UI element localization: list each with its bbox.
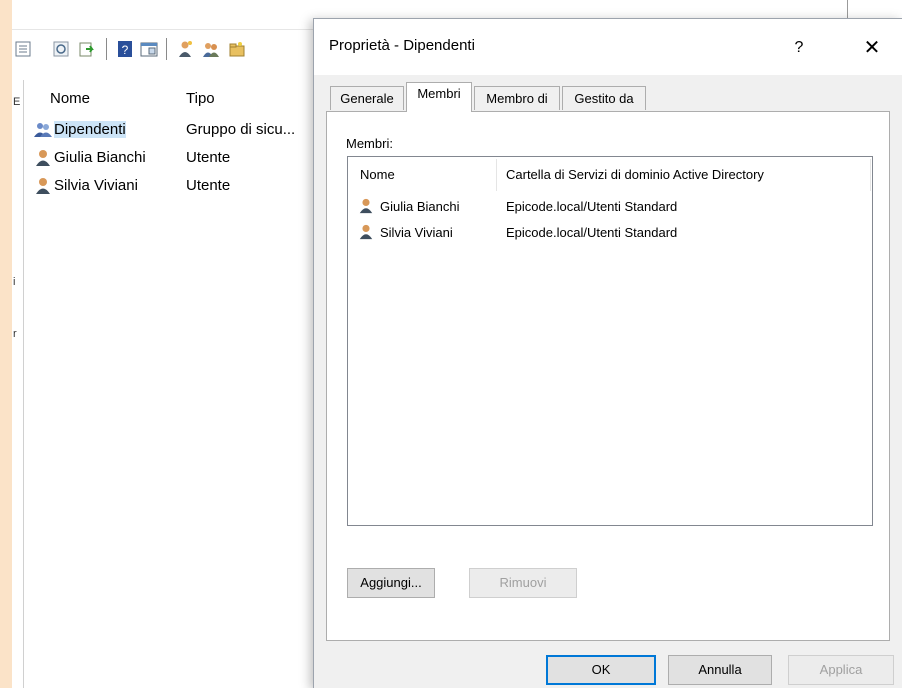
refresh-icon[interactable] (52, 40, 70, 58)
member-name: Silvia Viviani (380, 225, 453, 240)
new-user-icon[interactable] (176, 40, 194, 58)
list-item-type: Gruppo di sicu... (186, 121, 296, 138)
table-row[interactable]: Giulia Bianchi Epicode.local/Utenti Stan… (348, 195, 872, 219)
toolbar-separator (106, 38, 107, 60)
toolbar-separator (166, 38, 167, 60)
list-item-type: Utente (186, 149, 231, 166)
list-item-name: Dipendenti (54, 121, 126, 138)
member-folder: Epicode.local/Utenti Standard (506, 199, 678, 214)
column-header-tipo[interactable]: Tipo (186, 90, 215, 107)
column-header-nome[interactable]: Nome (50, 90, 90, 107)
list-item-type: Utente (186, 177, 231, 194)
help-icon[interactable]: ? (116, 40, 134, 58)
column-header-nome[interactable]: Nome (360, 167, 395, 182)
help-button[interactable]: ? (784, 33, 814, 63)
dialog-title: Proprietà - Dipendenti (329, 37, 475, 54)
user-icon (359, 198, 373, 214)
membri-tab-panel: Membri: Nome Cartella di Servizi di domi… (326, 111, 890, 641)
user-icon (359, 224, 373, 240)
close-button[interactable]: ✕ (857, 33, 887, 63)
cancel-button[interactable]: Annulla (668, 655, 772, 685)
tree-fragment: E (13, 96, 21, 108)
apply-button[interactable]: Applica (788, 655, 894, 685)
ok-button[interactable]: OK (546, 655, 656, 685)
remove-button[interactable]: Rimuovi (469, 568, 577, 598)
list-item[interactable]: Silvia Viviani Utente (24, 176, 324, 200)
svg-text:?: ? (122, 43, 129, 57)
console-tree-pane: E i r (12, 80, 24, 688)
list-item[interactable]: Dipendenti Gruppo di sicu... (24, 120, 324, 144)
tab-strip: Generale Membri Membro di Gestito da (326, 82, 886, 112)
console-view-icon[interactable] (140, 40, 158, 58)
members-list[interactable]: Nome Cartella di Servizi di dominio Acti… (347, 156, 873, 526)
new-group-icon[interactable] (202, 40, 220, 58)
list-item-name: Silvia Viviani (54, 177, 138, 194)
member-name: Giulia Bianchi (380, 199, 460, 214)
user-icon (36, 178, 50, 194)
tab-membro-di[interactable]: Membro di (474, 86, 560, 110)
members-label: Membri: (346, 136, 393, 151)
list-item-name: Giulia Bianchi (54, 149, 146, 166)
new-ou-icon[interactable] (228, 40, 246, 58)
object-list: Nome Tipo Dipendenti Gruppo di sicu... G… (24, 80, 324, 688)
tree-fragment: i (13, 276, 16, 288)
column-divider[interactable] (870, 159, 871, 191)
tree-fragment: r (13, 328, 17, 340)
add-button[interactable]: Aggiungi... (347, 568, 435, 598)
tab-membri[interactable]: Membri (406, 82, 472, 112)
export-list-icon[interactable] (78, 40, 96, 58)
tab-generale[interactable]: Generale (330, 86, 404, 110)
column-header-cartella[interactable]: Cartella di Servizi di dominio Active Di… (506, 167, 764, 182)
member-folder: Epicode.local/Utenti Standard (506, 225, 678, 240)
list-item[interactable]: Giulia Bianchi Utente (24, 148, 324, 172)
table-row[interactable]: Silvia Viviani Epicode.local/Utenti Stan… (348, 221, 872, 245)
properties-dialog: Proprietà - Dipendenti ? ✕ Generale Memb… (313, 18, 902, 688)
group-icon (34, 123, 52, 137)
properties-icon[interactable] (14, 40, 32, 58)
column-divider[interactable] (496, 159, 497, 191)
tab-gestito-da[interactable]: Gestito da (562, 86, 646, 110)
user-icon (36, 150, 50, 166)
members-list-header: Nome Cartella di Servizi di dominio Acti… (348, 157, 872, 191)
dialog-title-bar[interactable]: Proprietà - Dipendenti ? ✕ (314, 19, 902, 75)
